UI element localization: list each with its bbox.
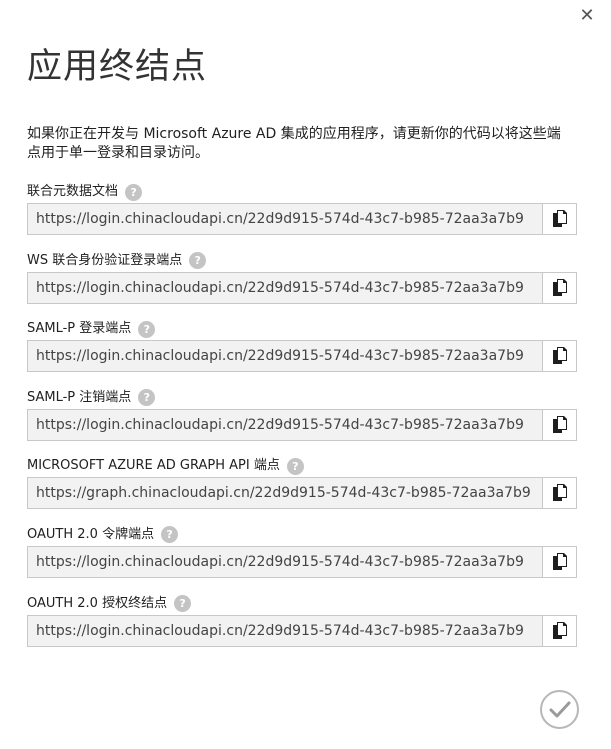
endpoint-url-input[interactable]	[28, 272, 542, 303]
help-icon[interactable]: ?	[138, 389, 156, 407]
endpoint-label: MICROSOFT AZURE AD GRAPH API 端点	[27, 458, 280, 474]
endpoint-url-input[interactable]	[28, 204, 542, 234]
confirm-button[interactable]	[540, 690, 579, 729]
endpoint-field	[27, 477, 577, 510]
help-icon[interactable]: ?	[138, 320, 156, 338]
endpoint-field	[27, 340, 577, 373]
endpoint-saml-signon: SAML-P 登录端点 ?	[27, 318, 577, 387]
copy-icon[interactable]	[542, 341, 576, 372]
endpoint-graph-api: MICROSOFT AZURE AD GRAPH API 端点 ?	[27, 455, 577, 524]
endpoint-field	[27, 203, 577, 235]
copy-icon[interactable]	[542, 272, 576, 303]
help-icon[interactable]: ?	[174, 595, 192, 613]
description: 如果你正在开发与 Microsoft Azure AD 集成的应用程序，请更新你…	[27, 126, 561, 161]
endpoint-url-input[interactable]	[28, 341, 542, 372]
help-icon[interactable]: ?	[161, 526, 179, 544]
endpoint-field	[27, 614, 577, 647]
copy-icon[interactable]	[542, 615, 576, 646]
endpoint-label: SAML-P 登录端点	[27, 321, 132, 337]
endpoint-oauth-authorize: OAUTH 2.0 授权终结点 ?	[27, 593, 577, 662]
copy-icon[interactable]	[542, 546, 576, 577]
endpoint-field	[27, 408, 577, 441]
endpoint-ws-federation-signon: WS 联合身份验证登录端点 ?	[27, 250, 577, 319]
endpoint-oauth-token: OAUTH 2.0 令牌端点 ?	[27, 524, 577, 593]
endpoint-federation-metadata: 联合元数据文档 ?	[27, 181, 577, 250]
endpoint-label: 联合元数据文档	[27, 184, 119, 199]
endpoint-url-input[interactable]	[28, 478, 542, 509]
endpoint-label: OAUTH 2.0 授权终结点	[27, 595, 168, 611]
checkmark-icon	[549, 701, 570, 717]
help-icon[interactable]: ?	[189, 252, 207, 270]
endpoint-url-input[interactable]	[28, 546, 542, 577]
endpoint-url-input[interactable]	[28, 615, 542, 646]
page-title: 应用终结点	[27, 47, 208, 87]
endpoint-list: 联合元数据文档 ? WS 联合身份验证登录端点 ? SAML-P 登录端点 ?	[27, 181, 577, 661]
help-icon[interactable]: ?	[125, 183, 143, 201]
endpoint-url-input[interactable]	[28, 409, 542, 440]
endpoint-field	[27, 271, 577, 304]
copy-icon[interactable]	[542, 478, 576, 509]
endpoint-label: WS 联合身份验证登录端点	[27, 252, 183, 268]
copy-icon[interactable]	[542, 204, 576, 234]
endpoint-label: SAML-P 注销端点	[27, 389, 132, 405]
endpoint-field	[27, 545, 577, 578]
help-icon[interactable]: ?	[286, 457, 304, 475]
close-icon[interactable]: ✕	[577, 6, 597, 26]
endpoint-label: OAUTH 2.0 令牌端点	[27, 526, 155, 542]
copy-icon[interactable]	[542, 409, 576, 440]
endpoint-saml-signout: SAML-P 注销端点 ?	[27, 387, 577, 456]
